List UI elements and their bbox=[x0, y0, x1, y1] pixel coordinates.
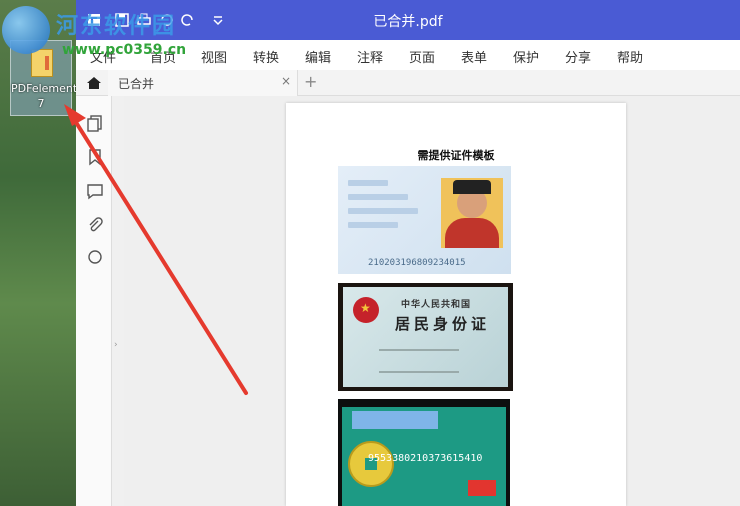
close-icon[interactable]: × bbox=[281, 74, 291, 88]
id-card-back-image: 中华人民共和国 居民身份证 bbox=[338, 283, 513, 391]
menu-share[interactable]: 分享 bbox=[565, 47, 591, 66]
menu-view[interactable]: 视图 bbox=[201, 47, 227, 66]
menu-page[interactable]: 页面 bbox=[409, 47, 435, 66]
bookmark-icon[interactable] bbox=[86, 148, 104, 166]
menu-form[interactable]: 表单 bbox=[461, 47, 487, 66]
watermark-url: www.pc0359.cn bbox=[62, 42, 187, 58]
pdfelement-file-icon bbox=[31, 49, 53, 77]
bank-card-number: 9553380210373615410 bbox=[368, 453, 483, 464]
menu-edit[interactable]: 编辑 bbox=[305, 47, 331, 66]
pdf-page: 需提供证件模板 210203196809234015 中华人民共和国 居民身份证… bbox=[286, 103, 626, 506]
desktop-shortcut-label: PDFelement 7 bbox=[11, 82, 78, 110]
national-emblem-icon bbox=[353, 297, 379, 323]
home-icon[interactable] bbox=[86, 75, 102, 91]
watermark-title: 河东软件园 bbox=[56, 14, 177, 39]
portrait-photo bbox=[441, 178, 503, 248]
menu-help[interactable]: 帮助 bbox=[617, 47, 643, 66]
tab-document[interactable]: 已合并 × bbox=[108, 70, 298, 96]
pages-icon[interactable] bbox=[86, 114, 104, 132]
attachment-icon[interactable] bbox=[86, 216, 104, 234]
menu-comment[interactable]: 注释 bbox=[357, 47, 383, 66]
left-sidebar bbox=[76, 96, 112, 506]
tab-bar: 已合并 × + bbox=[76, 70, 740, 96]
watermark-logo bbox=[2, 6, 50, 54]
search-icon[interactable] bbox=[86, 248, 104, 266]
bank-card-image: 9553380210373615410 bbox=[338, 399, 510, 506]
page-heading: 需提供证件模板 bbox=[417, 149, 495, 162]
menu-convert[interactable]: 转换 bbox=[253, 47, 279, 66]
add-tab-icon[interactable]: + bbox=[304, 72, 317, 91]
coin-icon bbox=[348, 441, 394, 487]
comment-icon[interactable] bbox=[86, 182, 104, 200]
id-card-front-image: 210203196809234015 bbox=[338, 166, 511, 274]
tab-label: 已合并 bbox=[118, 77, 155, 91]
unionpay-logo bbox=[468, 480, 496, 496]
id-back-line2: 居民身份证 bbox=[395, 315, 491, 333]
menu-protect[interactable]: 保护 bbox=[513, 47, 539, 66]
id-number: 210203196809234015 bbox=[368, 258, 466, 268]
collapse-sidebar-handle[interactable]: › bbox=[114, 340, 118, 350]
id-back-line1: 中华人民共和国 bbox=[401, 300, 472, 310]
